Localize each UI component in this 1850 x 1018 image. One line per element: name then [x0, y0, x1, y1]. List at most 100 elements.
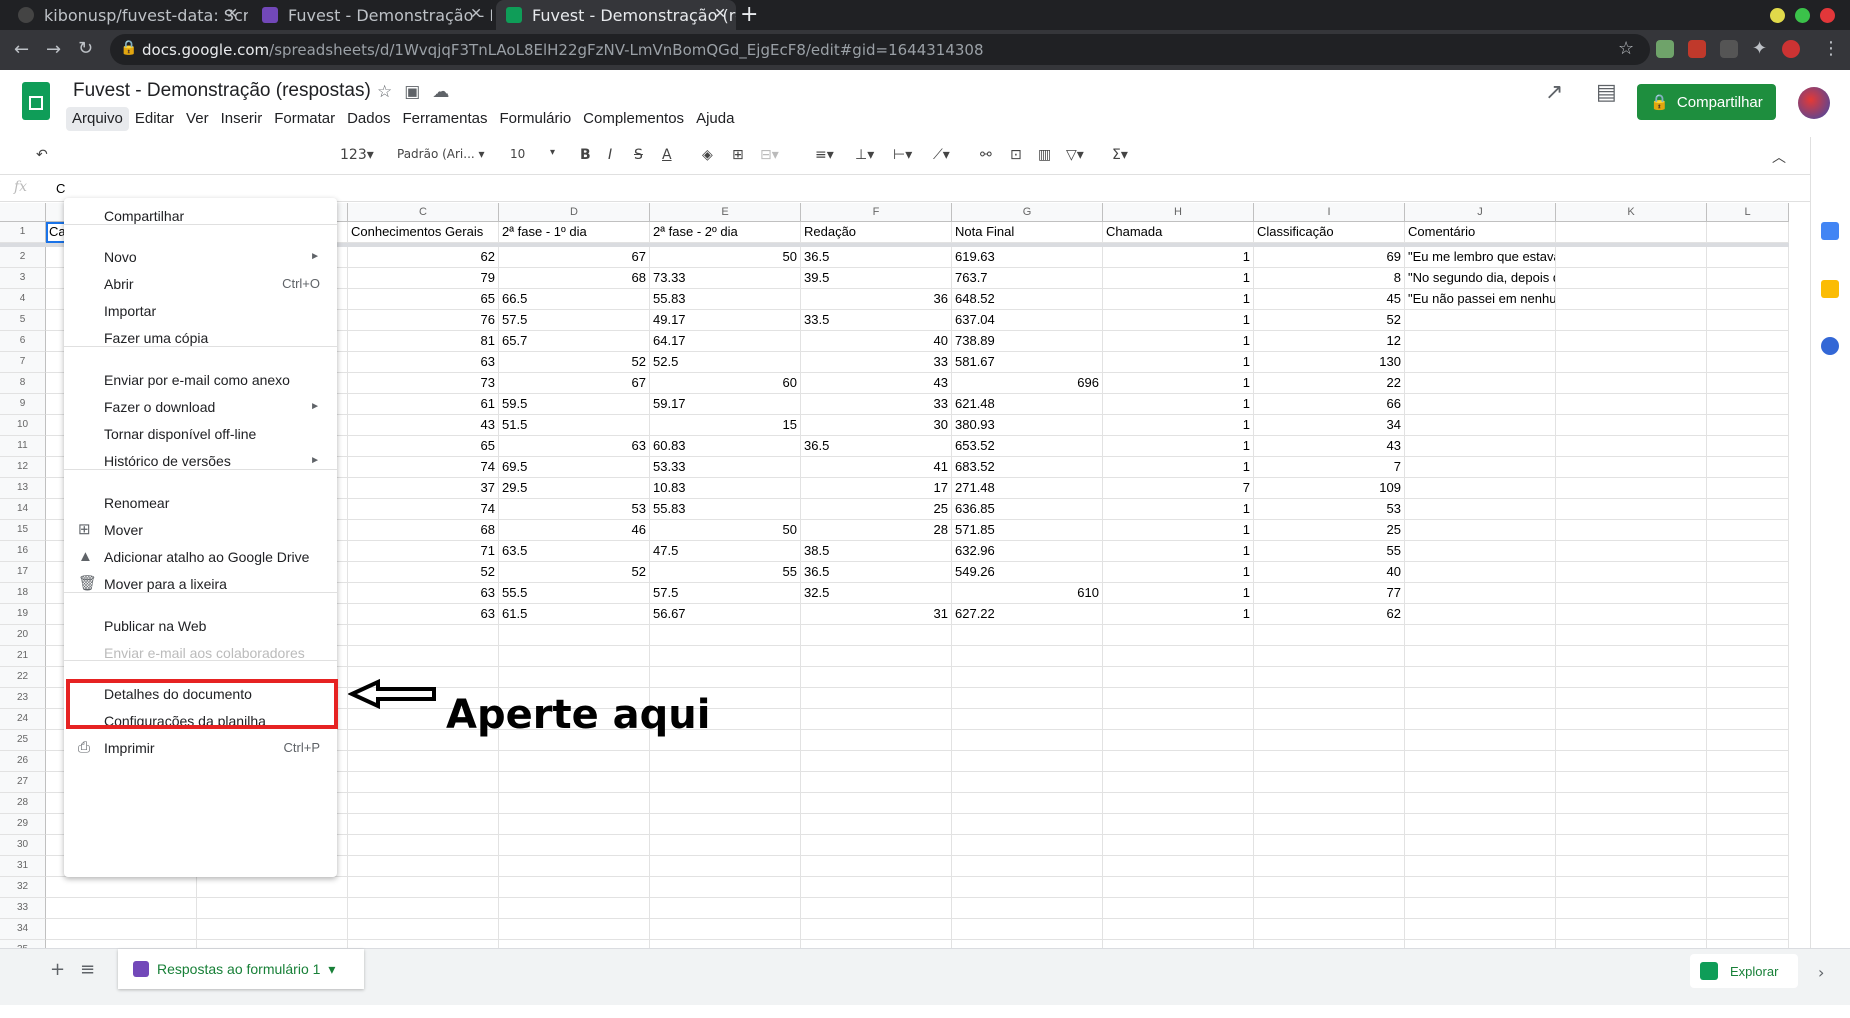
keep-icon[interactable] [1821, 280, 1839, 298]
menu-item[interactable]: Importar [64, 296, 337, 326]
table-cell[interactable] [1405, 499, 1556, 520]
table-cell[interactable]: 66.5 [499, 289, 650, 310]
table-cell[interactable] [1405, 625, 1556, 646]
table-cell[interactable]: 1 [1103, 604, 1254, 625]
table-cell[interactable] [1254, 625, 1405, 646]
table-cell[interactable]: 40 [801, 331, 952, 352]
table-cell[interactable]: 636.85 [952, 499, 1103, 520]
table-cell[interactable] [650, 667, 801, 688]
table-cell[interactable]: 68 [499, 268, 650, 289]
table-cell[interactable] [1254, 709, 1405, 730]
back-icon[interactable]: ← [14, 39, 29, 60]
column-header[interactable]: G [952, 203, 1103, 222]
menu-formulario[interactable]: Formulário [493, 107, 577, 131]
table-cell[interactable]: 25 [801, 499, 952, 520]
table-cell[interactable]: 60 [650, 373, 801, 394]
table-cell[interactable] [499, 856, 650, 877]
table-cell[interactable]: 65.7 [499, 331, 650, 352]
table-cell[interactable]: 30 [801, 415, 952, 436]
table-cell[interactable] [952, 877, 1103, 898]
table-cell[interactable]: 52 [348, 562, 499, 583]
table-cell[interactable] [1556, 751, 1707, 772]
table-cell[interactable]: 1 [1103, 436, 1254, 457]
table-cell[interactable] [801, 877, 952, 898]
table-cell[interactable] [1103, 688, 1254, 709]
table-cell[interactable] [1254, 793, 1405, 814]
row-header[interactable]: 6 [0, 331, 46, 352]
text-color-icon[interactable]: A [662, 147, 672, 163]
table-cell[interactable] [1707, 373, 1789, 394]
table-cell[interactable] [1556, 835, 1707, 856]
table-cell[interactable] [1556, 415, 1707, 436]
table-cell[interactable]: Classificação [1254, 222, 1405, 243]
profile-icon[interactable] [1782, 40, 1800, 58]
table-cell[interactable] [348, 835, 499, 856]
table-cell[interactable]: 47.5 [650, 541, 801, 562]
table-cell[interactable]: 36.5 [801, 247, 952, 268]
table-cell[interactable]: Chamada [1103, 222, 1254, 243]
table-cell[interactable] [1556, 688, 1707, 709]
table-cell[interactable] [1556, 436, 1707, 457]
table-cell[interactable] [1556, 289, 1707, 310]
table-cell[interactable]: 69 [1254, 247, 1405, 268]
table-cell[interactable] [1556, 310, 1707, 331]
table-cell[interactable] [348, 772, 499, 793]
menu-item[interactable]: Renomear [64, 488, 337, 518]
table-cell[interactable]: 271.48 [952, 478, 1103, 499]
table-cell[interactable] [1556, 331, 1707, 352]
table-cell[interactable]: 50 [650, 247, 801, 268]
table-cell[interactable]: Redação [801, 222, 952, 243]
table-cell[interactable] [1707, 835, 1789, 856]
table-cell[interactable] [952, 688, 1103, 709]
table-cell[interactable] [650, 646, 801, 667]
table-cell[interactable]: 33 [801, 394, 952, 415]
table-cell[interactable]: 61 [348, 394, 499, 415]
table-cell[interactable] [1103, 667, 1254, 688]
table-cell[interactable]: 63 [348, 583, 499, 604]
row-header[interactable]: 9 [0, 394, 46, 415]
chevron-down-icon[interactable]: ▾ [550, 147, 555, 158]
row-header[interactable]: 19 [0, 604, 46, 625]
table-cell[interactable] [1707, 751, 1789, 772]
folder-icon[interactable]: ▣ [404, 82, 432, 102]
table-cell[interactable]: 65 [348, 436, 499, 457]
table-cell[interactable] [1405, 604, 1556, 625]
table-cell[interactable] [1556, 247, 1707, 268]
menu-ferramentas[interactable]: Ferramentas [396, 107, 493, 131]
table-cell[interactable] [499, 835, 650, 856]
table-cell[interactable] [1556, 478, 1707, 499]
table-cell[interactable] [801, 919, 952, 940]
table-cell[interactable]: 2ª fase - 1º dia [499, 222, 650, 243]
italic-icon[interactable]: I [608, 147, 612, 163]
table-cell[interactable] [499, 751, 650, 772]
column-header[interactable]: I [1254, 203, 1405, 222]
browser-tab-github[interactable]: kibonusp/fuvest-data: Scr ✕ [8, 0, 248, 30]
sheets-logo-icon[interactable] [22, 82, 50, 120]
table-cell[interactable] [650, 751, 801, 772]
activity-icon[interactable]: ↗ [1545, 80, 1563, 105]
menu-editar[interactable]: Editar [129, 107, 180, 131]
table-cell[interactable] [650, 919, 801, 940]
table-cell[interactable]: 37 [348, 478, 499, 499]
table-cell[interactable] [1707, 877, 1789, 898]
table-cell[interactable] [1405, 583, 1556, 604]
table-cell[interactable]: 53 [499, 499, 650, 520]
table-cell[interactable] [1405, 415, 1556, 436]
bold-icon[interactable]: B [580, 147, 591, 163]
table-cell[interactable] [499, 625, 650, 646]
table-cell[interactable]: 1 [1103, 394, 1254, 415]
table-cell[interactable] [1707, 793, 1789, 814]
menu-item[interactable]: Publicar na Web [64, 611, 337, 641]
table-cell[interactable]: 1 [1103, 247, 1254, 268]
table-cell[interactable]: 1 [1103, 562, 1254, 583]
table-cell[interactable] [1707, 625, 1789, 646]
table-cell[interactable]: Conhecimentos Gerais [348, 222, 499, 243]
table-cell[interactable] [1707, 667, 1789, 688]
close-icon[interactable]: ✕ [714, 6, 726, 22]
corner-cell[interactable] [0, 203, 46, 222]
table-cell[interactable] [801, 688, 952, 709]
table-cell[interactable]: 74 [348, 457, 499, 478]
table-cell[interactable] [1556, 373, 1707, 394]
table-cell[interactable]: 571.85 [952, 520, 1103, 541]
table-cell[interactable] [650, 856, 801, 877]
